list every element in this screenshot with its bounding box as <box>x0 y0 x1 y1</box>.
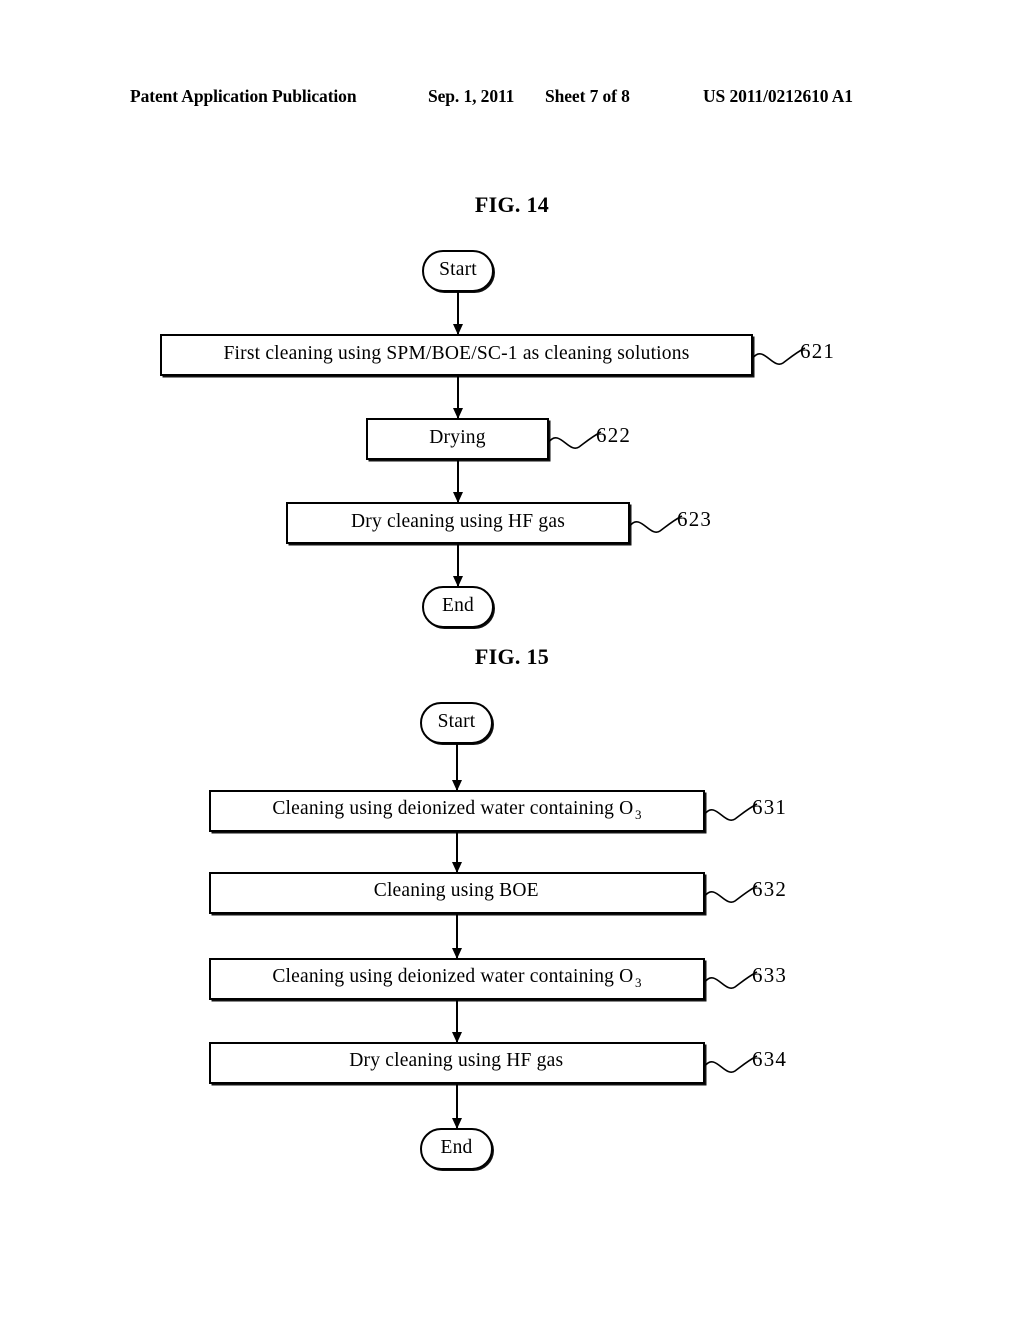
fig14-ref-number-623: 623 <box>677 507 713 531</box>
fig15-end-node: End <box>420 1128 493 1170</box>
figure-14-title: FIG. 14 <box>474 192 550 217</box>
fig14-ref-number-621: 621 <box>800 339 836 363</box>
fig15-process-box-633: Cleaning using deionized water containin… <box>209 958 705 1000</box>
fig14-start-node: Start <box>422 250 494 292</box>
fig15-process-box-632: Cleaning using BOE <box>209 872 705 914</box>
fig15-process-box-631: Cleaning using deionized water containin… <box>209 790 705 832</box>
fig15-subscript-633: 3 <box>634 974 642 990</box>
fig15-connector-633-to-634 <box>456 1000 458 1042</box>
fig15-ref-number-631: 631 <box>752 795 788 819</box>
fig14-connector-623-to-end <box>457 544 459 586</box>
fig15-process-label-634: Dry cleaning using HF gas <box>349 1050 564 1072</box>
fig15-connector-632-to-633 <box>456 914 458 958</box>
fig14-process-label-621: First cleaning using SPM/BOE/SC-1 as cle… <box>223 343 690 365</box>
fig14-process-box-622: Drying <box>366 418 549 460</box>
fig15-ref-number-634: 634 <box>752 1047 788 1071</box>
fig14-start-label: Start <box>439 259 477 281</box>
fig15-process-label-633: Cleaning using deionized water containin… <box>272 966 642 990</box>
fig15-connector-631-to-632 <box>456 832 458 872</box>
fig15-ref-number-632: 632 <box>752 877 788 901</box>
fig15-process-box-634: Dry cleaning using HF gas <box>209 1042 705 1084</box>
header-publication-text: Patent Application Publication <box>130 86 357 106</box>
fig14-connector-621-to-622 <box>457 376 459 418</box>
figure-15-title: FIG. 15 <box>474 644 550 669</box>
header-date-text: Sep. 1, 2011 <box>428 86 515 106</box>
fig15-end-label: End <box>440 1137 473 1159</box>
fig14-end-label: End <box>441 595 474 617</box>
fig14-process-label-622: Drying <box>429 427 486 449</box>
fig15-start-node: Start <box>420 702 493 744</box>
fig15-start-label: Start <box>437 711 476 733</box>
fig15-connector-634-to-end <box>456 1084 458 1128</box>
page-header: Patent Application Publication Sep. 1, 2… <box>0 86 1024 112</box>
fig15-ref-number-633: 633 <box>752 963 788 987</box>
fig14-connector-622-to-623 <box>457 460 459 502</box>
fig14-end-node: End <box>422 586 494 628</box>
fig15-subscript-631: 3 <box>634 806 642 822</box>
fig15-connector-start-to-631 <box>456 744 458 790</box>
fig14-ref-number-622: 622 <box>596 423 632 447</box>
fig15-process-label-632: Cleaning using BOE <box>373 880 539 902</box>
fig14-process-label-623: Dry cleaning using HF gas <box>350 511 566 533</box>
header-patent-number: US 2011/0212610 A1 <box>703 86 853 106</box>
header-sheet-text: Sheet 7 of 8 <box>545 86 630 106</box>
fig15-process-label-631: Cleaning using deionized water containin… <box>272 798 642 822</box>
fig14-process-box-621: First cleaning using SPM/BOE/SC-1 as cle… <box>160 334 753 376</box>
fig14-connector-start-to-621 <box>457 292 459 334</box>
fig14-process-box-623: Dry cleaning using HF gas <box>286 502 630 544</box>
